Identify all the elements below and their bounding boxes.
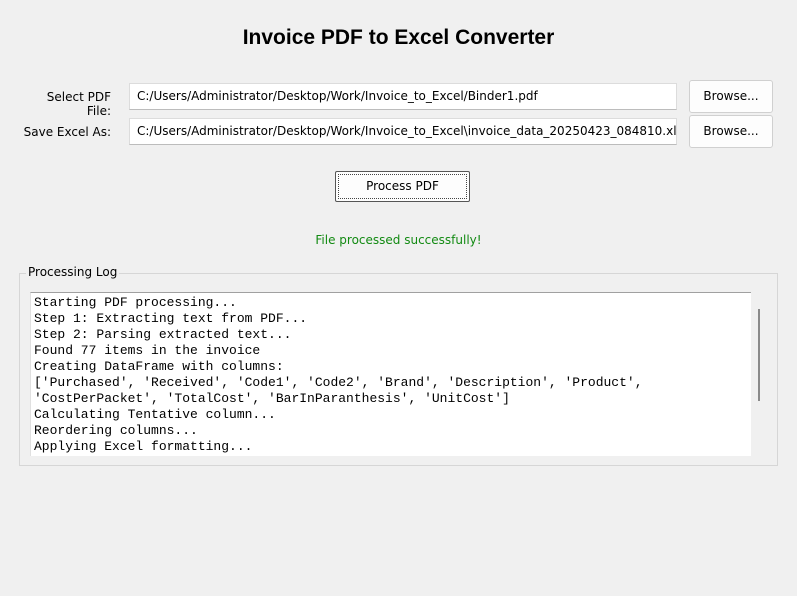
- log-line: ['Purchased', 'Received', 'Code1', 'Code…: [34, 375, 643, 390]
- log-line: Reordering columns...: [34, 423, 198, 438]
- log-line: Starting PDF processing...: [34, 295, 237, 310]
- log-line: Creating DataFrame with columns:: [34, 359, 284, 374]
- scrollbar-thumb[interactable]: [758, 309, 760, 401]
- log-line: Applying Excel formatting...: [34, 439, 253, 454]
- app-title: Invoice PDF to Excel Converter: [242, 26, 555, 49]
- browse-excel-button[interactable]: Browse...: [689, 115, 773, 148]
- log-scrollbar[interactable]: [753, 292, 765, 456]
- pdf-file-label: Select PDF File:: [46, 90, 111, 118]
- browse-pdf-button[interactable]: Browse...: [689, 80, 773, 113]
- save-excel-label: Save Excel As:: [23, 125, 111, 139]
- status-message: File processed successfully!: [315, 233, 482, 247]
- pdf-path-input[interactable]: C:/Users/Administrator/Desktop/Work/Invo…: [129, 83, 677, 110]
- excel-path-input[interactable]: C:/Users/Administrator/Desktop/Work/Invo…: [129, 118, 677, 145]
- log-line: Step 1: Extracting text from PDF...: [34, 311, 308, 326]
- log-textarea[interactable]: Starting PDF processing... Step 1: Extrac…: [30, 292, 751, 456]
- log-line: 'CostPerPacket', 'TotalCost', 'BarInPara…: [34, 391, 510, 406]
- focus-ring: [338, 174, 467, 199]
- log-line: Calculating Tentative column...: [34, 407, 276, 422]
- log-lines: Starting PDF processing... Step 1: Extrac…: [31, 293, 751, 455]
- processing-log-title: Processing Log: [26, 265, 120, 279]
- log-line: Found 77 items in the invoice: [34, 343, 261, 358]
- process-pdf-button[interactable]: Process PDF: [335, 171, 470, 202]
- log-line: Step 2: Parsing extracted text...: [34, 327, 292, 342]
